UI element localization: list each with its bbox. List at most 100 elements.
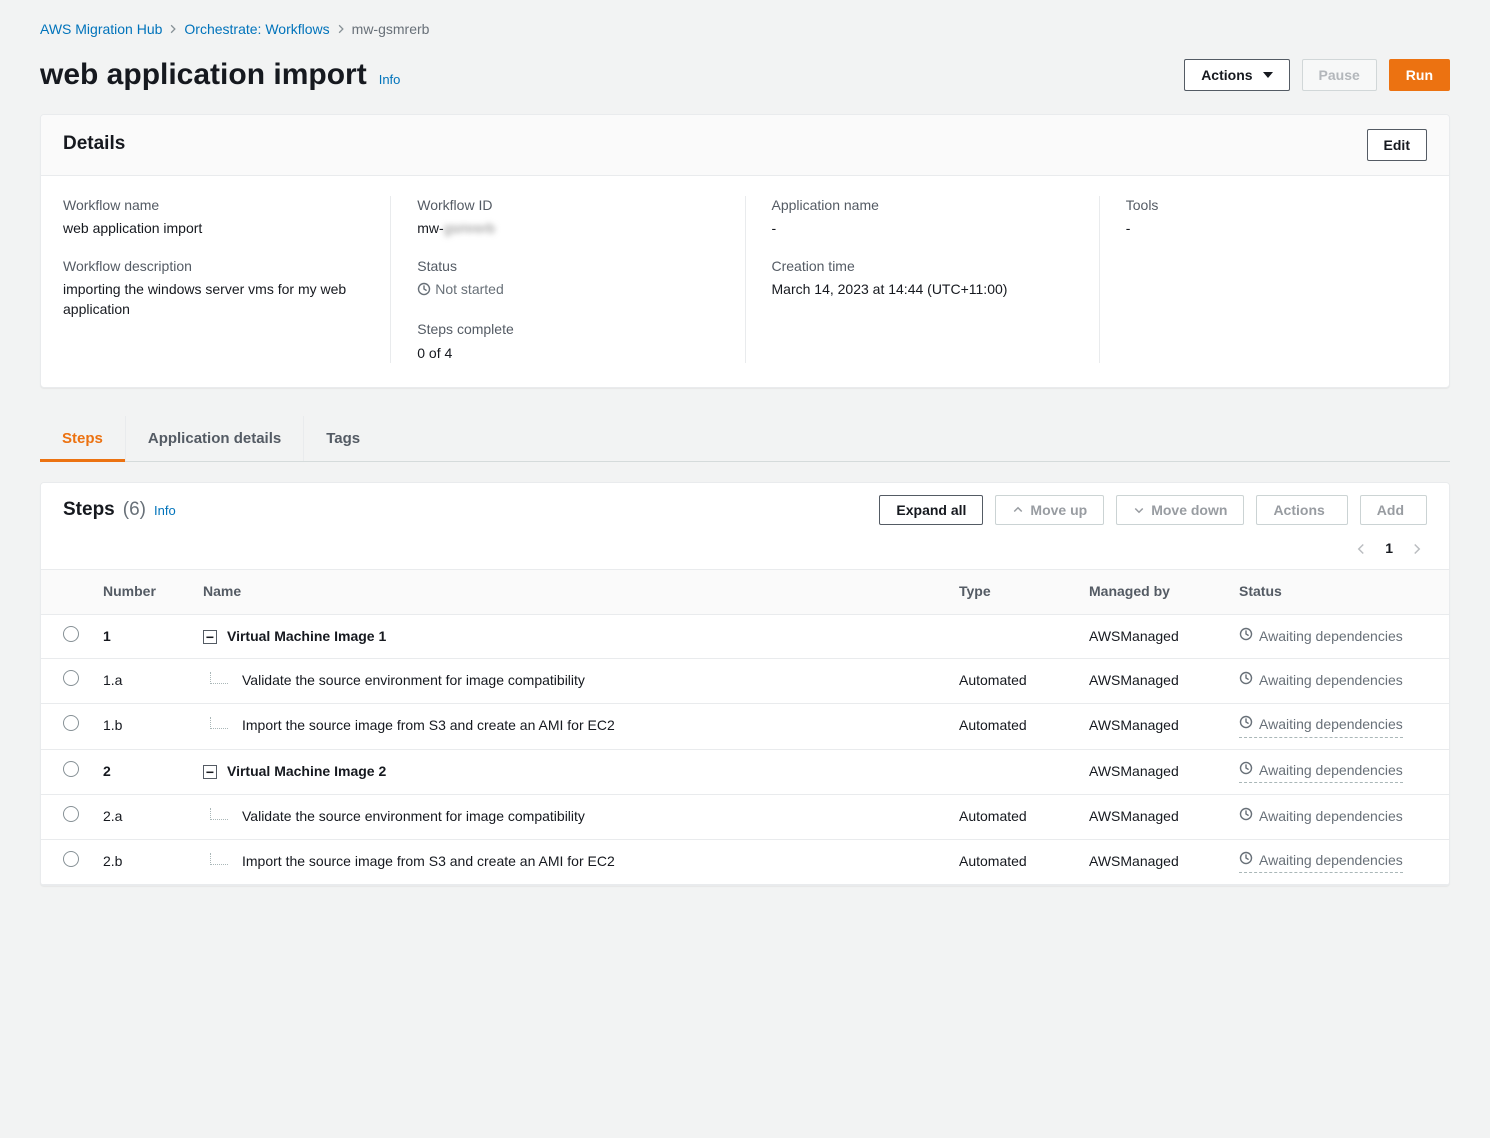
row-radio[interactable]: [63, 851, 79, 867]
workflow-desc-value: importing the windows server vms for my …: [63, 280, 364, 319]
row-name: Import the source image from S3 and crea…: [242, 716, 615, 736]
info-link[interactable]: Info: [154, 502, 176, 520]
row-radio[interactable]: [63, 806, 79, 822]
col-name[interactable]: Name: [193, 570, 949, 615]
steps-table: Number Name Type Managed by Status 1 Virt…: [41, 569, 1449, 885]
clock-icon: [1239, 671, 1253, 691]
row-name: Virtual Machine Image 1: [227, 627, 386, 647]
row-managed-by: AWSManaged: [1079, 659, 1229, 704]
row-status: Awaiting dependencies: [1239, 807, 1427, 827]
row-radio[interactable]: [63, 715, 79, 731]
row-type: Automated: [949, 795, 1079, 840]
expand-all-button[interactable]: Expand all: [879, 495, 983, 525]
pagination: 1: [41, 535, 1449, 569]
col-select: [41, 570, 93, 615]
row-number: 2.b: [103, 853, 122, 869]
field-label: Application name: [772, 196, 1073, 216]
tree-indent: [210, 853, 228, 865]
tree-indent: [210, 808, 228, 820]
col-managed-by[interactable]: Managed by: [1079, 570, 1229, 615]
steps-title: Steps (6) Info: [63, 497, 176, 524]
tab-application-details[interactable]: Application details: [125, 416, 303, 461]
tools-value: -: [1126, 219, 1427, 239]
breadcrumb-current: mw-gsmrerb: [352, 20, 430, 40]
field-label: Workflow ID: [417, 196, 718, 216]
field-label: Status: [417, 257, 718, 277]
details-title: Details: [63, 131, 125, 158]
table-row: 2.aValidate the source environment for i…: [41, 795, 1449, 840]
page-title: web application import Info: [40, 54, 400, 96]
row-type: Automated: [949, 703, 1079, 749]
row-name: Validate the source environment for imag…: [242, 807, 585, 827]
row-type: Automated: [949, 839, 1079, 885]
row-status: Awaiting dependencies: [1239, 851, 1403, 874]
row-name: Import the source image from S3 and crea…: [242, 852, 615, 872]
steps-complete-value: 0 of 4: [417, 344, 718, 364]
tree-indent: [210, 672, 228, 684]
run-button[interactable]: Run: [1389, 59, 1450, 91]
row-type: [949, 749, 1079, 795]
row-number: 1: [103, 628, 111, 644]
clock-icon: [1239, 761, 1253, 781]
clock-icon: [1239, 627, 1253, 647]
clock-icon: [417, 282, 431, 302]
pause-button[interactable]: Pause: [1302, 59, 1377, 91]
tab-steps[interactable]: Steps: [40, 416, 125, 461]
add-button[interactable]: Add: [1360, 495, 1427, 525]
col-number[interactable]: Number: [93, 570, 193, 615]
breadcrumb-link[interactable]: AWS Migration Hub: [40, 20, 162, 40]
row-name: Validate the source environment for imag…: [242, 671, 585, 691]
row-name: Virtual Machine Image 2: [227, 762, 386, 782]
move-up-button[interactable]: Move up: [995, 495, 1104, 525]
chevron-left-icon: [1355, 543, 1367, 555]
row-status: Awaiting dependencies: [1239, 671, 1427, 691]
row-type: Automated: [949, 659, 1079, 704]
info-link[interactable]: Info: [379, 71, 401, 89]
steps-actions-button[interactable]: Actions: [1256, 495, 1347, 525]
status-value: Not started: [417, 280, 718, 302]
table-row: 1 Virtual Machine Image 1 AWSManaged Awaiti…: [41, 614, 1449, 659]
row-managed-by: AWSManaged: [1079, 839, 1229, 885]
page-next-button[interactable]: [1407, 539, 1427, 559]
tabs: Steps Application details Tags: [40, 416, 1450, 462]
collapse-icon[interactable]: [203, 630, 217, 644]
creation-time-value: March 14, 2023 at 14:44 (UTC+11:00): [772, 280, 1073, 300]
col-status[interactable]: Status: [1229, 570, 1449, 615]
caret-down-icon: [1263, 72, 1273, 78]
row-type: [949, 614, 1079, 659]
chevron-right-icon: [168, 20, 178, 40]
edit-button[interactable]: Edit: [1367, 129, 1427, 161]
table-row: 1.b Import the source image from S3 and c…: [41, 703, 1449, 749]
page-prev-button[interactable]: [1351, 539, 1371, 559]
row-managed-by: AWSManaged: [1079, 703, 1229, 749]
row-number: 1.b: [103, 717, 122, 733]
chevron-right-icon: [336, 20, 346, 40]
actions-button[interactable]: Actions: [1184, 59, 1289, 91]
collapse-icon[interactable]: [203, 765, 217, 779]
row-status: Awaiting dependencies: [1239, 627, 1427, 647]
row-status: Awaiting dependencies: [1239, 761, 1403, 784]
table-row: 2.b Import the source image from S3 and c…: [41, 839, 1449, 885]
field-label: Creation time: [772, 257, 1073, 277]
row-radio[interactable]: [63, 670, 79, 686]
tab-tags[interactable]: Tags: [303, 416, 382, 461]
chevron-right-icon: [1411, 543, 1423, 555]
row-number: 1.a: [103, 672, 122, 688]
row-managed-by: AWSManaged: [1079, 614, 1229, 659]
move-down-button[interactable]: Move down: [1116, 495, 1244, 525]
row-managed-by: AWSManaged: [1079, 749, 1229, 795]
table-row: 2 Virtual Machine Image 2 AWSManaged Awaiti…: [41, 749, 1449, 795]
steps-actions: Expand all Move up Move down Actions Add: [879, 495, 1427, 525]
row-radio[interactable]: [63, 761, 79, 777]
steps-card: Steps (6) Info Expand all Move up Move d…: [40, 482, 1450, 886]
breadcrumb-link[interactable]: Orchestrate: Workflows: [184, 20, 329, 40]
page-number: 1: [1385, 539, 1393, 559]
app-name-value: -: [772, 219, 1073, 239]
clock-icon: [1239, 851, 1253, 871]
col-type[interactable]: Type: [949, 570, 1079, 615]
row-radio[interactable]: [63, 626, 79, 642]
chevron-down-icon: [1133, 504, 1145, 516]
page-actions: Actions Pause Run: [1184, 59, 1450, 91]
field-label: Steps complete: [417, 320, 718, 340]
row-number: 2: [103, 763, 111, 779]
